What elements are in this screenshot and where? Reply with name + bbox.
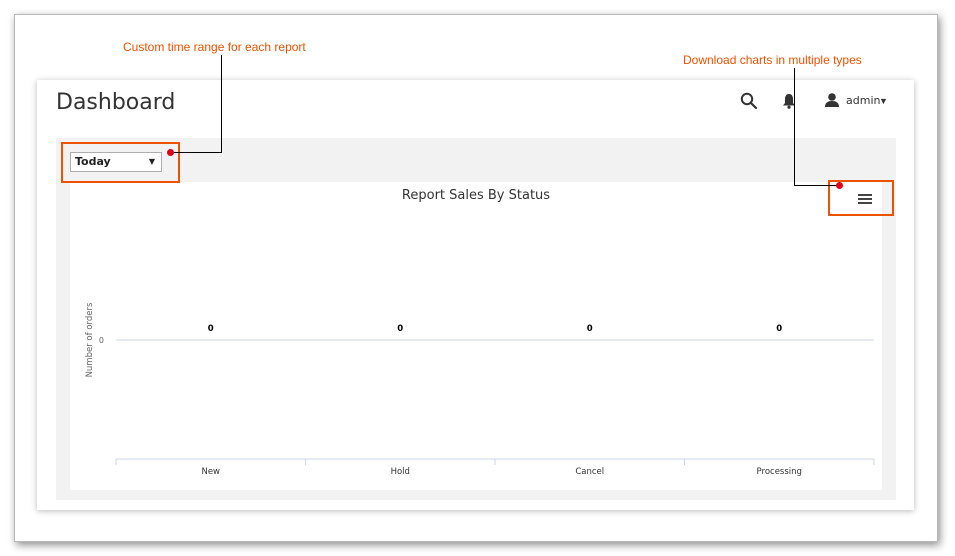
marker-dot xyxy=(167,149,174,156)
data-label: 0 xyxy=(208,324,214,334)
page-title: Dashboard xyxy=(56,90,176,115)
leader-line xyxy=(172,152,222,153)
user-name[interactable]: admin xyxy=(846,94,880,107)
callout-time-range: Custom time range for each report xyxy=(123,40,306,54)
data-label: 0 xyxy=(397,324,403,334)
callout-download: Download charts in multiple types xyxy=(683,53,862,67)
chevron-down-icon[interactable]: ▼ xyxy=(879,96,888,106)
x-tick-label: New xyxy=(201,467,220,477)
y-tick-label: 0 xyxy=(99,336,104,345)
filter-bar xyxy=(56,138,896,182)
user-icon[interactable] xyxy=(824,92,840,108)
x-tick-label: Cancel xyxy=(575,467,604,477)
leader-line xyxy=(221,55,222,153)
search-icon[interactable] xyxy=(740,92,758,110)
leader-line xyxy=(794,185,840,186)
chart-title: Report Sales By Status xyxy=(402,188,550,203)
marker-dot xyxy=(836,182,843,189)
x-tick-label: Processing xyxy=(757,467,802,477)
y-axis-label: Number of orders xyxy=(85,302,95,377)
highlight-box-time-range xyxy=(61,142,180,183)
data-label: 0 xyxy=(776,324,782,334)
leader-line xyxy=(794,68,795,186)
x-tick-label: Hold xyxy=(391,467,410,477)
sales-status-chart: Report Sales By Status Number of orders … xyxy=(85,188,875,477)
data-label: 0 xyxy=(587,324,593,334)
